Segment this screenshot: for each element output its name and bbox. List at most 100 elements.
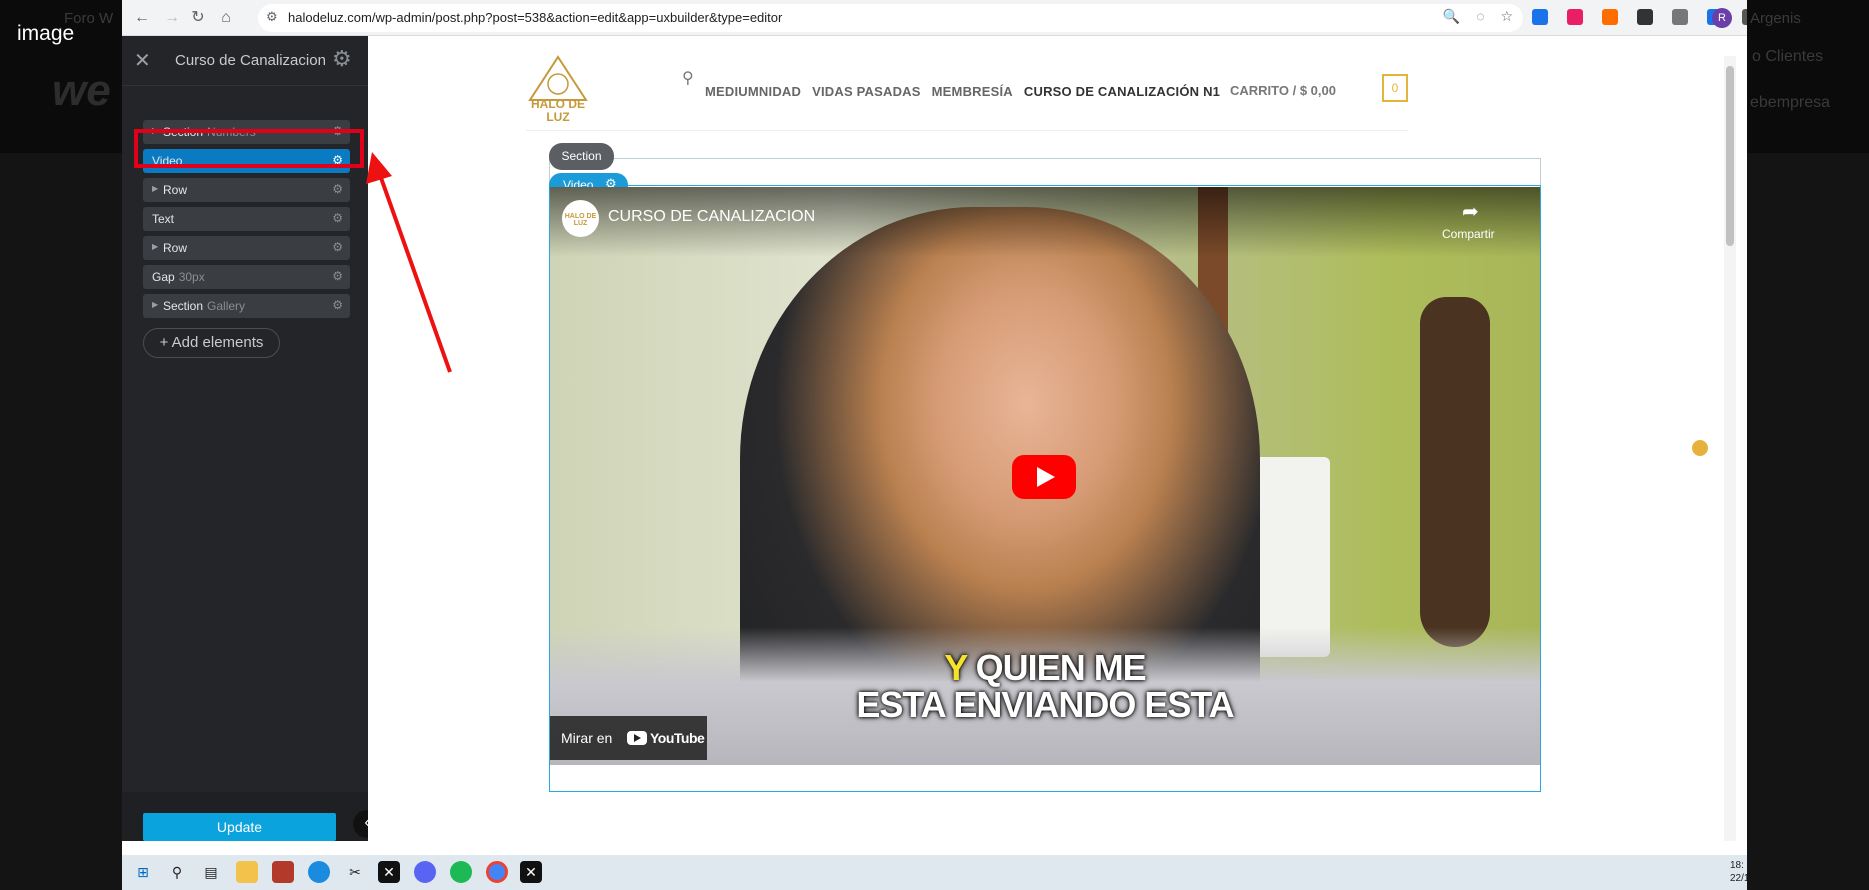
nav-item-1[interactable]: VIDAS PASADAS xyxy=(812,84,921,99)
address-bar[interactable]: ⚙ halodeluz.com/wp-admin/post.php?post=5… xyxy=(258,4,1523,32)
capcut-icon-2[interactable]: ✕ xyxy=(520,861,542,883)
search-icon[interactable]: ⚲ xyxy=(682,68,694,88)
background-logo: we xyxy=(52,66,111,115)
channel-avatar[interactable]: HALO DE LUZ xyxy=(562,200,599,237)
chrome-icon[interactable] xyxy=(486,861,508,883)
floating-dot[interactable] xyxy=(1692,440,1708,456)
address-bar-tools: 🔍 ◌ ☆ xyxy=(1431,8,1513,25)
element-item-section-6[interactable]: ▶ Section Gallery ⚙ xyxy=(143,294,350,318)
background-right-text-3: ebempresa xyxy=(1750,94,1831,111)
extension-icon-2[interactable] xyxy=(1602,8,1618,25)
logo-triangle-icon xyxy=(528,55,588,101)
gear-icon[interactable]: ⚙ xyxy=(332,240,343,254)
image-label: image xyxy=(17,22,75,45)
element-item-row-4[interactable]: ▶ Row ⚙ xyxy=(143,236,350,260)
scrollbar-thumb[interactable] xyxy=(1726,66,1734,246)
sidebar-header: ✕ Curso de Canalizacion ⚙ xyxy=(122,36,368,86)
element-item-row-2[interactable]: ▶ Row ⚙ xyxy=(143,178,350,202)
gear-icon[interactable]: ⚙ xyxy=(332,46,352,72)
address-url: halodeluz.com/wp-admin/post.php?post=538… xyxy=(288,10,783,25)
element-item-subtitle: 30px xyxy=(178,270,205,284)
extension-icon-1[interactable] xyxy=(1567,8,1583,25)
expand-arrow-icon[interactable]: ▶ xyxy=(152,242,158,251)
play-button[interactable] xyxy=(1012,455,1076,499)
share-icon[interactable]: ➦ xyxy=(1462,199,1479,224)
expand-arrow-icon[interactable]: ▶ xyxy=(152,300,158,309)
browser-toolbar: ← → ↻ ⌂ ⚙ halodeluz.com/wp-admin/post.ph… xyxy=(122,0,1747,36)
element-item-gap-5[interactable]: Gap 30px ⚙ xyxy=(143,265,350,289)
back-icon[interactable]: ← xyxy=(130,6,154,30)
nav-item-3[interactable]: CURSO DE CANALIZACIÓN N1 xyxy=(1024,84,1220,99)
background-right-text: Argenis xyxy=(1750,10,1801,27)
snipping-tool-icon[interactable]: ✂ xyxy=(344,861,366,883)
zoom-icon[interactable]: 🔍 xyxy=(1443,8,1460,24)
element-item-name: Gap xyxy=(152,270,175,284)
gear-icon[interactable]: ⚙ xyxy=(332,269,343,283)
watch-on-label: Mirar en xyxy=(561,730,613,746)
site-main-nav: MEDIUMNIDAD VIDAS PASADAS MEMBRESÍA CURSO D… xyxy=(705,83,1231,101)
element-item-name: Text xyxy=(152,212,175,226)
element-item-label: Gap 30px xyxy=(152,270,205,284)
windows-taskbar: ⊞ ⚲ ▤ ✂ ✕ ✕ 18: 22/11/ xyxy=(122,855,1747,890)
star-icon[interactable]: ☆ xyxy=(1500,8,1513,24)
capcut-icon[interactable]: ✕ xyxy=(378,861,400,883)
extension-icon-4[interactable] xyxy=(1672,8,1688,25)
element-item-label: Row xyxy=(163,183,187,197)
winrar-icon[interactable] xyxy=(272,861,294,883)
element-item-subtitle: Gallery xyxy=(207,299,246,313)
element-item-label: Row xyxy=(163,241,187,255)
video-title[interactable]: CURSO DE CANALIZACION xyxy=(608,208,815,226)
site-info-icon[interactable]: ⚙ xyxy=(266,9,278,25)
youtube-logo-icon xyxy=(627,731,647,745)
taskbar-search-icon[interactable]: ⚲ xyxy=(166,861,188,883)
file-explorer-icon[interactable] xyxy=(236,861,258,883)
highlight-box xyxy=(134,129,364,168)
clock-time: 18: xyxy=(1730,860,1744,871)
add-elements-button[interactable]: + Add elements xyxy=(143,328,280,358)
background-right-text-2: o Clientes xyxy=(1752,48,1824,65)
reload-icon[interactable]: ↻ xyxy=(186,6,210,30)
task-view-icon[interactable]: ▤ xyxy=(200,861,222,883)
element-item-name: Section xyxy=(163,299,204,313)
gear-icon[interactable]: ⚙ xyxy=(332,182,343,196)
forward-icon[interactable]: → xyxy=(160,6,184,30)
element-item-label: Section Gallery xyxy=(163,299,245,313)
watch-on-youtube-button[interactable]: Mirar en YouTube xyxy=(550,716,707,760)
cart-link[interactable]: CARRITO / $ 0,00 xyxy=(1230,83,1336,98)
section-tag[interactable]: Section xyxy=(549,143,614,170)
edge-icon[interactable] xyxy=(308,861,330,883)
preview-scrollbar[interactable] xyxy=(1724,56,1736,841)
site-logo[interactable]: HALO DE LUZ xyxy=(526,54,590,126)
update-button[interactable]: Update xyxy=(143,813,336,841)
sidebar-footer: Update xyxy=(122,792,368,841)
browser-window: ← → ↻ ⌂ ⚙ halodeluz.com/wp-admin/post.ph… xyxy=(122,0,1747,890)
page-preview: HALO DE LUZ ⚲ MEDIUMNIDAD VIDAS PASADAS ME… xyxy=(368,36,1747,841)
element-item-label: Text xyxy=(152,212,174,226)
youtube-player[interactable]: HALO DE LUZ CURSO DE CANALIZACION ➦ Comp… xyxy=(550,187,1540,765)
gear-icon[interactable]: ⚙ xyxy=(332,298,343,312)
element-item-name: Row xyxy=(163,241,188,255)
extension-icon-6[interactable] xyxy=(1742,8,1747,25)
expand-arrow-icon[interactable]: ▶ xyxy=(152,184,158,193)
nav-item-2[interactable]: MEMBRESÍA xyxy=(932,84,1013,99)
eye-off-icon[interactable]: ◌ xyxy=(1476,8,1484,24)
caption-line-1-text: QUIEN ME xyxy=(966,647,1147,688)
nav-item-0[interactable]: MEDIUMNIDAD xyxy=(705,84,801,99)
cart-count-badge[interactable]: 0 xyxy=(1382,74,1408,102)
home-icon[interactable]: ⌂ xyxy=(214,6,238,30)
discord-icon[interactable] xyxy=(414,861,436,883)
video-guitar xyxy=(1420,297,1490,647)
windows-start-icon[interactable]: ⊞ xyxy=(132,861,154,883)
screenshot-canvas: we Foro W Argenis o Clientes ebempresa i… xyxy=(0,0,1869,890)
extension-icon-0[interactable] xyxy=(1532,8,1548,25)
element-item-text-3[interactable]: Text ⚙ xyxy=(143,207,350,231)
extension-icon-3[interactable] xyxy=(1637,8,1653,25)
element-item-name: Row xyxy=(163,183,188,197)
close-icon[interactable]: ✕ xyxy=(134,48,151,73)
caption-highlight: Y xyxy=(944,647,967,688)
spotify-icon[interactable] xyxy=(450,861,472,883)
profile-avatar[interactable]: R xyxy=(1712,8,1732,28)
gear-icon[interactable]: ⚙ xyxy=(332,211,343,225)
share-label[interactable]: Compartir xyxy=(1442,227,1495,241)
taskbar-clock[interactable]: 18: 22/11/ xyxy=(1730,859,1747,885)
